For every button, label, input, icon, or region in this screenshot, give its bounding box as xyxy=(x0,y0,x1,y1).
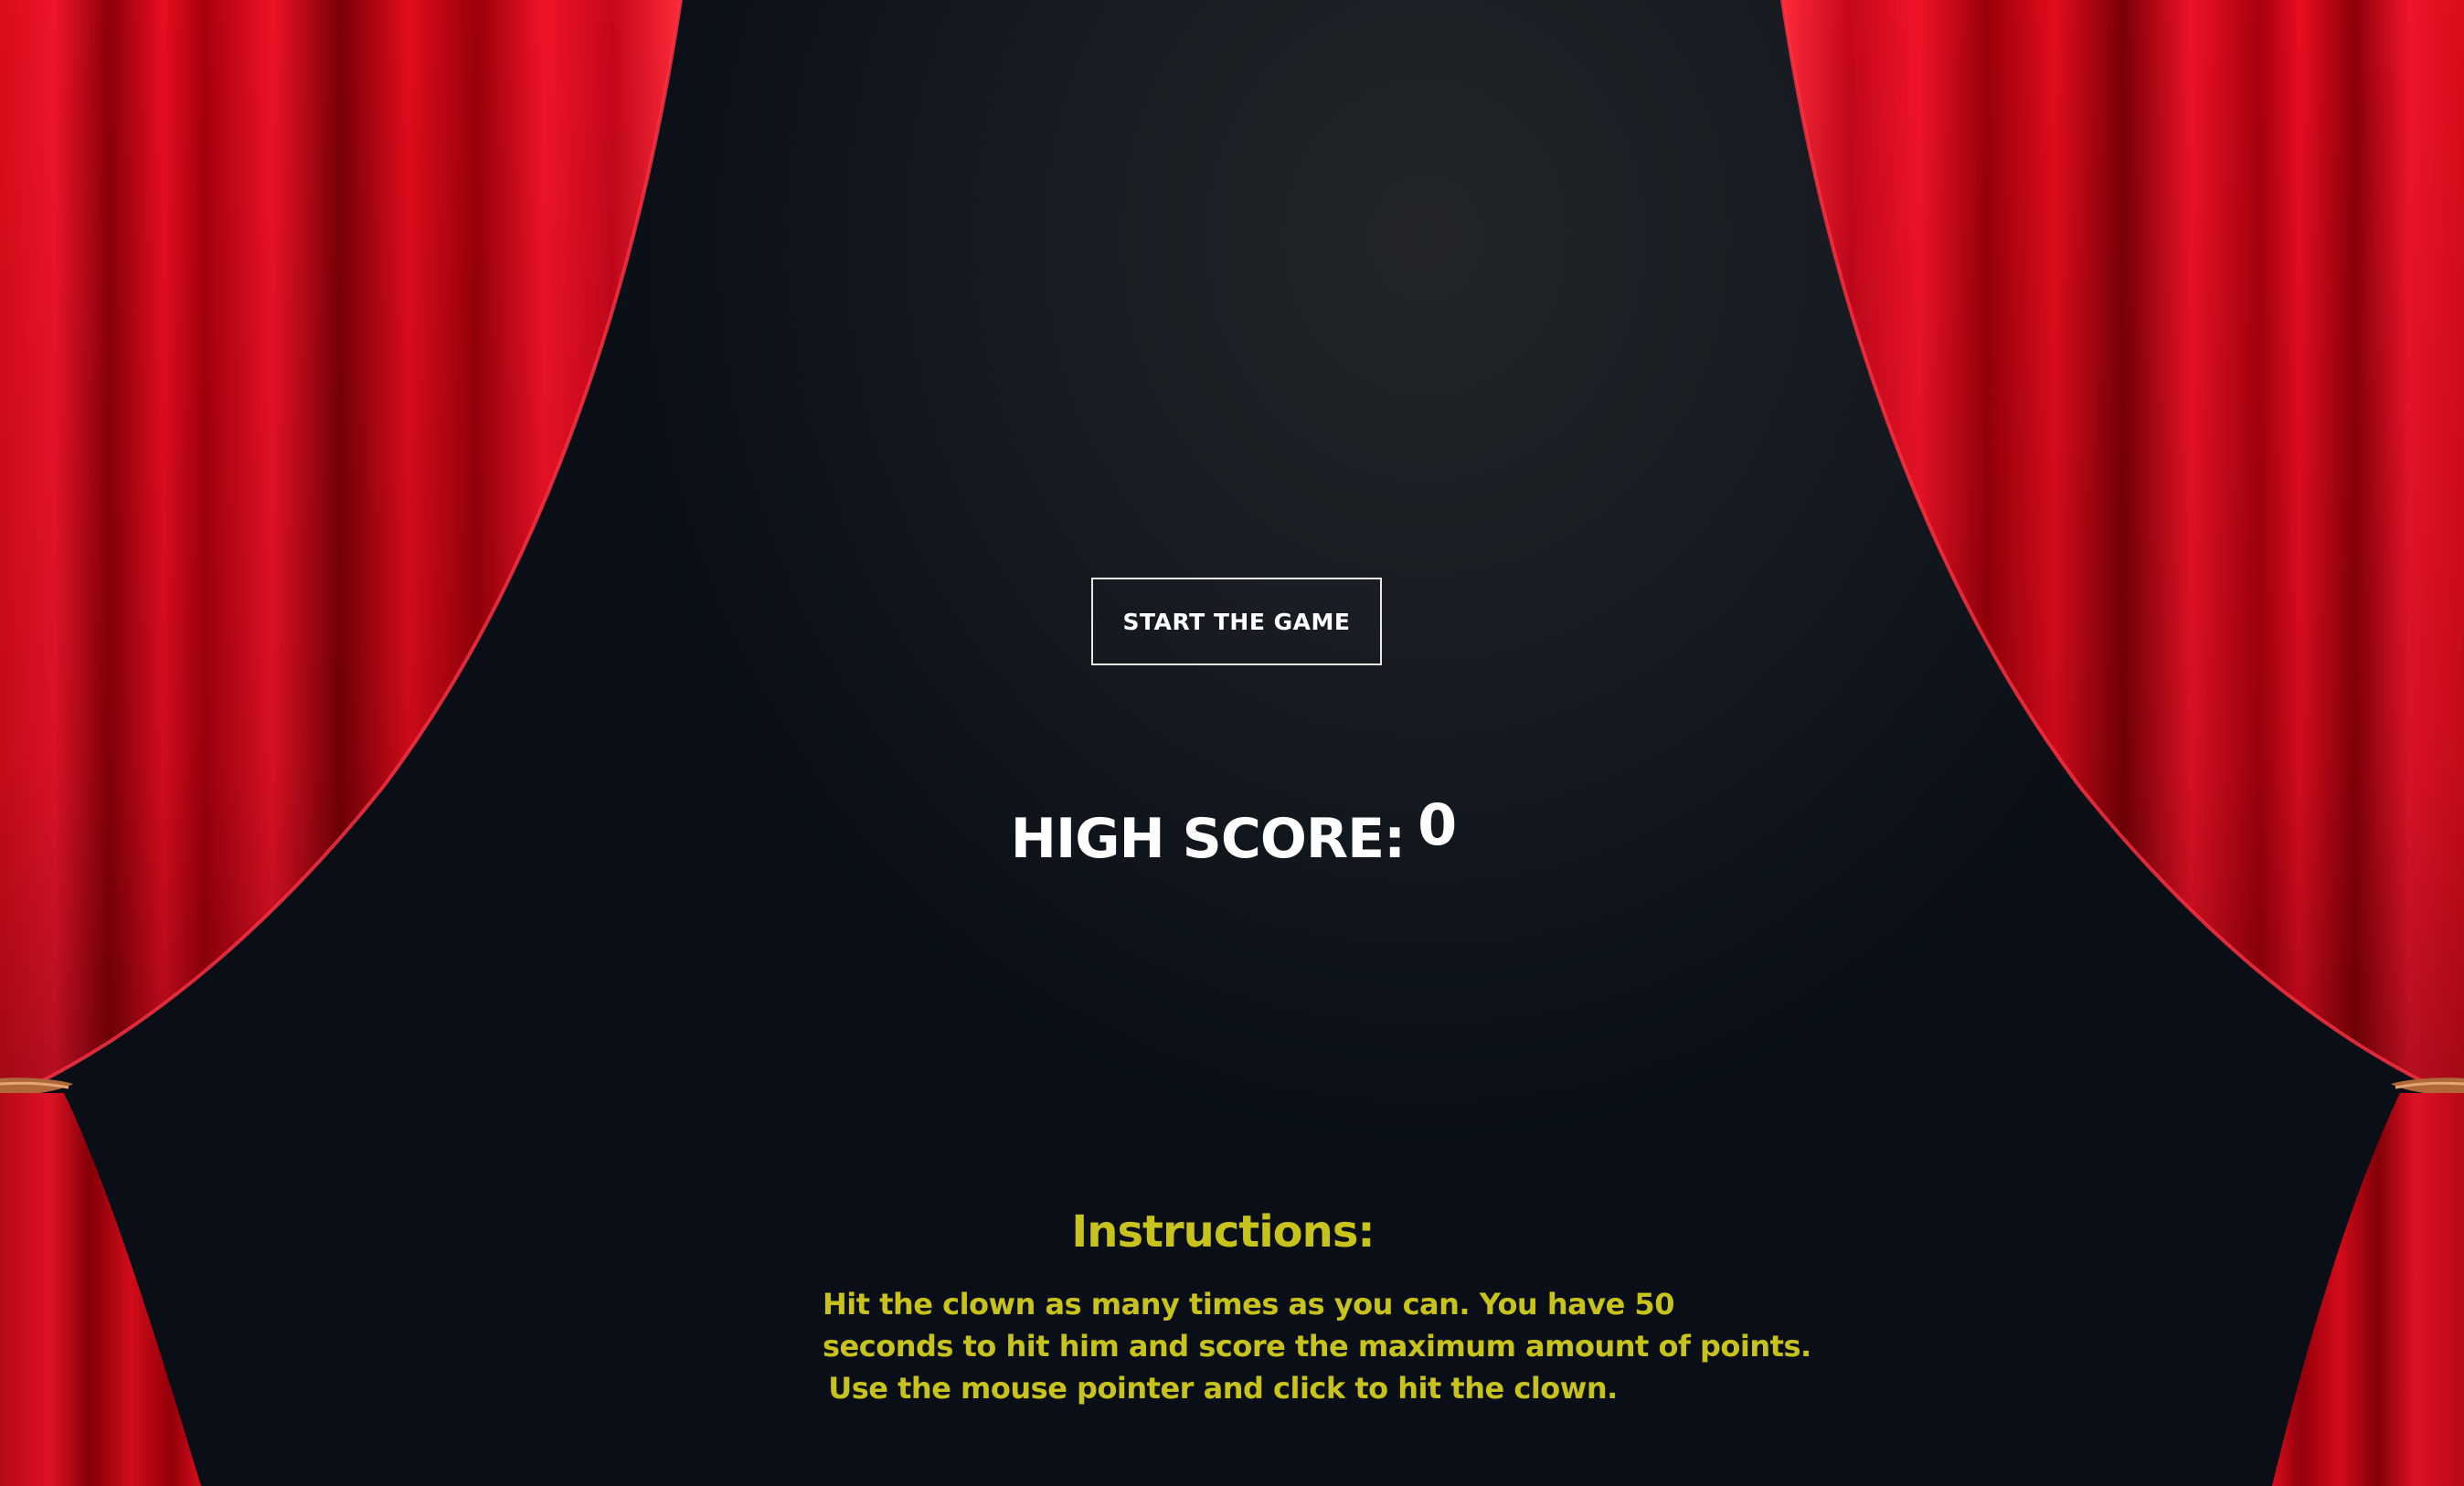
instructions-line: Hit the clown as many times as you can. … xyxy=(823,1286,1674,1321)
high-score-value: 0 xyxy=(1418,791,1458,858)
instructions-title: Instructions: xyxy=(1071,1206,1375,1258)
instructions-panel: Instructions: Hit the clown as many time… xyxy=(823,1206,1811,1409)
high-score-label: HIGH SCORE: xyxy=(1010,807,1406,871)
high-score-display: HIGH SCORE: 0 xyxy=(1005,791,1462,896)
instructions-text: Hit the clown as many times as you can. … xyxy=(823,1283,1811,1409)
start-game-button[interactable]: START THE GAME xyxy=(1091,578,1382,665)
instructions-line: seconds to hit him and score the maximum… xyxy=(823,1328,1811,1364)
start-game-button-label: START THE GAME xyxy=(1122,608,1351,635)
instructions-line: Use the mouse pointer and click to hit t… xyxy=(828,1370,1618,1406)
game-stage: START THE GAME HIGH SCORE: 0 Instructions… xyxy=(0,0,2464,1486)
